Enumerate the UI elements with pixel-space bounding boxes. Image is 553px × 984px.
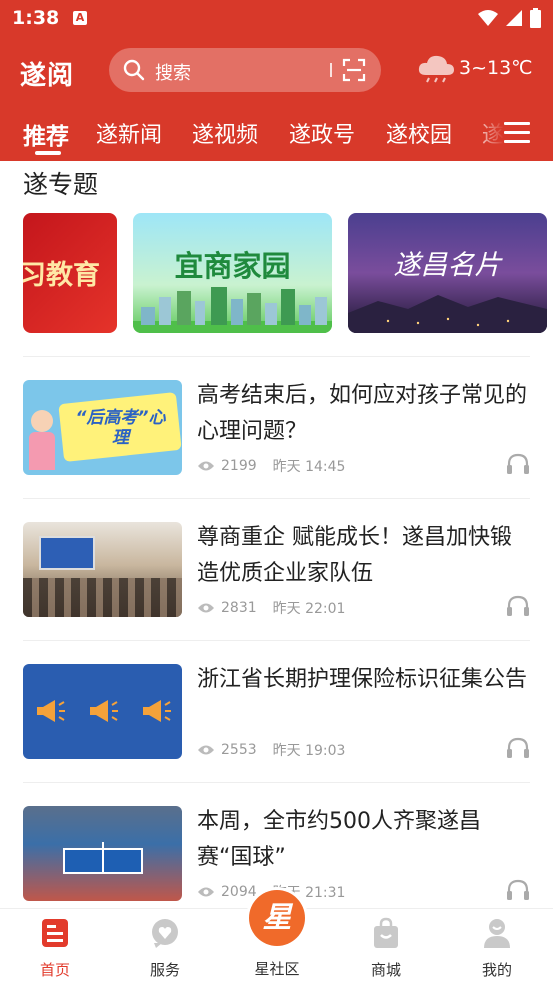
search-bar[interactable]: 搜索 [109, 48, 381, 92]
status-time: 1:38 [12, 7, 60, 29]
nav-label: 首页 [39, 961, 70, 979]
eye-icon [198, 461, 214, 471]
tab-video[interactable]: 遂视频 [192, 117, 258, 149]
search-placeholder: 搜索 [155, 63, 191, 84]
news-meta: 2831 昨天 22:01 [197, 598, 345, 618]
tab-fade [470, 108, 504, 161]
divider [23, 782, 530, 783]
eye-icon [198, 745, 214, 755]
news-thumbnail [23, 522, 182, 617]
nav-home[interactable]: 首页 [15, 917, 95, 980]
weather-widget[interactable]: 3~13℃ [417, 53, 533, 83]
notification-icon: A [73, 11, 87, 25]
publish-time: 昨天 22:01 [272, 601, 346, 617]
tab-recommend[interactable]: 推荐 [23, 117, 69, 151]
topic-banner[interactable]: 宜商家园 [133, 213, 332, 333]
cloud-rain-icon [418, 55, 454, 83]
system-icons [478, 8, 541, 28]
news-meta: 2199 昨天 14:45 [197, 456, 345, 476]
status-bar: 1:38 A [0, 0, 553, 36]
view-count: 2094 [221, 884, 257, 900]
news-thumbnail [23, 664, 182, 759]
nav-services[interactable]: 服务 [125, 917, 205, 980]
topic-banner[interactable]: 习教育 [23, 213, 117, 333]
tab-news[interactable]: 遂新闻 [96, 117, 162, 149]
nav-label: 我的 [481, 961, 512, 979]
star-community-button[interactable]: 星 [246, 887, 308, 949]
news-thumbnail [23, 806, 182, 901]
headphones-icon[interactable] [506, 879, 530, 901]
banner-text: 遂昌名片 [393, 250, 502, 281]
nav-label[interactable]: 星社区 [237, 958, 317, 979]
headphones-icon[interactable] [506, 453, 530, 475]
news-item[interactable]: “后高考”心理 高考结束后，如何应对孩子常见的心理问题？ 2199 昨天 14:… [0, 380, 553, 520]
user-icon [484, 919, 510, 948]
banner-text: 习教育 [23, 260, 100, 291]
headphones-icon[interactable] [506, 737, 530, 759]
star-icon: 星 [249, 890, 305, 946]
megaphone-icon [143, 700, 171, 722]
view-count: 2831 [221, 600, 257, 616]
scan-icon[interactable] [342, 58, 366, 82]
news-title: 本周，全市约500人齐聚遂昌赛“国球” [197, 809, 481, 870]
megaphone-icon [90, 700, 118, 722]
active-tab-indicator [35, 151, 61, 155]
news-meta: 2553 昨天 19:03 [197, 740, 345, 760]
weather-temperature: 3~13℃ [459, 57, 533, 79]
divider [23, 640, 530, 641]
section-title: 遂专题 [23, 170, 99, 199]
divider [23, 498, 530, 499]
category-tabs: 推荐 遂新闻 遂视频 遂政号 遂校园 遂 [0, 108, 553, 161]
nav-mall[interactable]: 商城 [346, 917, 426, 980]
battery-icon [530, 8, 541, 28]
nav-label: 服务 [149, 961, 180, 979]
publish-time: 昨天 19:03 [272, 743, 346, 759]
services-icon [152, 919, 178, 948]
shopping-bag-icon [374, 917, 398, 948]
menu-icon[interactable] [504, 122, 530, 144]
view-count: 2199 [221, 458, 257, 474]
nav-profile[interactable]: 我的 [457, 917, 537, 980]
tab-gov[interactable]: 遂政号 [289, 117, 355, 149]
home-news-icon [42, 919, 68, 947]
search-divider [330, 63, 332, 77]
app-header: 遂阅 搜索 3~13℃ [0, 36, 553, 108]
nav-label: 商城 [370, 961, 401, 979]
app-logo[interactable]: 遂阅 [20, 55, 74, 92]
news-item[interactable]: 浙江省长期护理保险标识征集公告 2553 昨天 19:03 [0, 664, 553, 804]
city-skyline-graphic [133, 287, 332, 333]
signal-icon [506, 10, 522, 26]
news-thumbnail: “后高考”心理 [23, 380, 182, 475]
banner-text: 宜商家园 [174, 249, 291, 283]
eye-icon [198, 887, 214, 897]
news-title: 高考结束后，如何应对孩子常见的心理问题？ [197, 383, 528, 444]
news-title: 浙江省长期护理保险标识征集公告 [197, 667, 528, 692]
search-icon [123, 59, 145, 81]
eye-icon [198, 603, 214, 613]
wifi-icon [478, 10, 498, 26]
megaphone-icon [37, 700, 65, 722]
news-title: 尊商重企 赋能成长！遂昌加快锻造优质企业家队伍 [197, 525, 512, 586]
mountain-night-graphic [348, 295, 547, 333]
view-count: 2553 [221, 742, 257, 758]
news-item[interactable]: 尊商重企 赋能成长！遂昌加快锻造优质企业家队伍 2831 昨天 22:01 [0, 522, 553, 662]
publish-time: 昨天 14:45 [272, 459, 346, 475]
topic-banner[interactable]: 遂昌名片 [348, 213, 547, 333]
thumbnail-text: “后高考”心理 [75, 408, 166, 448]
divider [23, 356, 530, 357]
tab-campus[interactable]: 遂校园 [386, 117, 452, 149]
headphones-icon[interactable] [506, 595, 530, 617]
